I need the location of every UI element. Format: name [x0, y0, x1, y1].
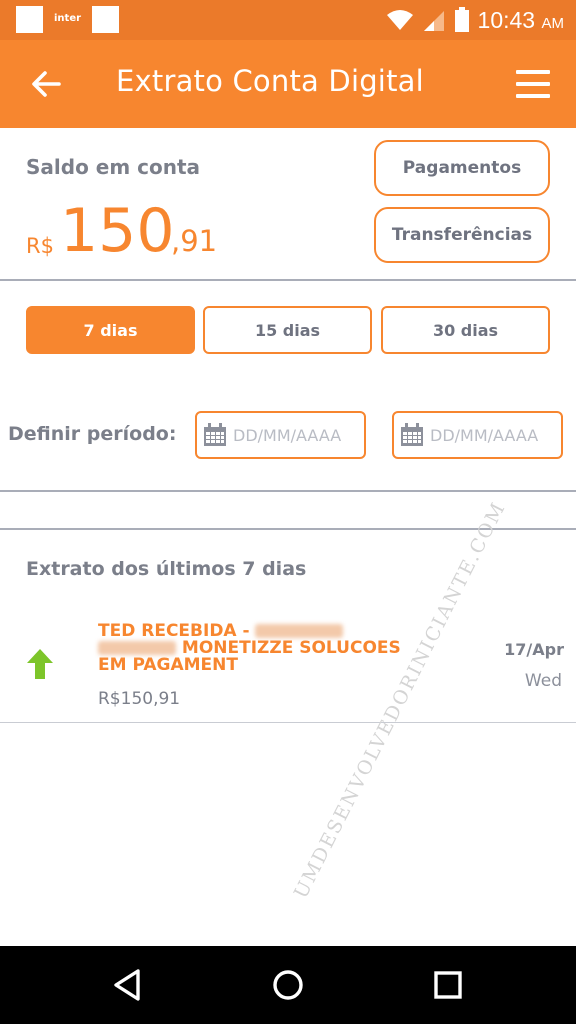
transaction-date: 17/Apr — [504, 640, 564, 659]
custom-period-label: Definir período: — [8, 423, 177, 445]
divider — [0, 490, 576, 492]
carrier-label: inter — [54, 13, 82, 24]
transaction-amount: R$150,91 — [98, 689, 181, 709]
transaction-row[interactable]: TED RECEBIDA - MONETIZZE SOLUCOES EM PAG… — [0, 610, 576, 723]
wifi-icon — [386, 10, 413, 30]
period-7-days-button[interactable]: 7 dias — [26, 306, 195, 354]
status-bar: inter 10:43 AM — [0, 0, 576, 40]
redacted-text — [98, 641, 176, 655]
transfers-button[interactable]: Transferências — [374, 207, 550, 263]
notification-icon — [92, 6, 119, 33]
redacted-text — [255, 624, 344, 638]
page-title: Extrato Conta Digital — [116, 64, 424, 98]
transaction-title: TED RECEBIDA - MONETIZZE SOLUCOES EM PAG… — [98, 621, 401, 675]
recent-apps-icon[interactable] — [428, 965, 468, 1005]
balance-currency: R$ — [26, 234, 54, 258]
calendar-icon — [204, 423, 226, 446]
clock: 10:43 AM — [477, 6, 564, 33]
navigation-bar — [0, 946, 576, 1024]
statement-title: Extrato dos últimos 7 dias — [26, 558, 307, 580]
balance-label: Saldo em conta — [26, 155, 201, 179]
divider — [0, 279, 576, 281]
balance-integer: 150 — [60, 196, 175, 266]
notification-icon — [16, 6, 43, 33]
menu-button[interactable] — [514, 66, 554, 102]
period-30-days-button[interactable]: 30 dias — [381, 306, 550, 354]
payments-button[interactable]: Pagamentos — [374, 140, 550, 196]
start-date-field[interactable]: DD/MM/AAAA — [195, 411, 366, 459]
signal-icon — [423, 11, 444, 31]
calendar-icon — [401, 423, 423, 446]
back-button[interactable] — [24, 62, 68, 106]
start-date-placeholder: DD/MM/AAAA — [233, 425, 342, 445]
battery-icon — [454, 7, 469, 32]
back-triangle-icon[interactable] — [108, 965, 148, 1005]
period-15-days-button[interactable]: 15 dias — [203, 306, 372, 354]
balance-decimal: ,91 — [171, 224, 218, 258]
hamburger-menu-icon — [516, 70, 550, 74]
end-date-placeholder: DD/MM/AAAA — [430, 425, 539, 445]
transaction-weekday: Wed — [524, 671, 562, 691]
app-bar: Extrato Conta Digital — [0, 40, 576, 128]
home-circle-icon[interactable] — [268, 965, 308, 1005]
arrow-left-icon — [32, 71, 61, 97]
arrow-up-icon — [27, 649, 53, 679]
end-date-field[interactable]: DD/MM/AAAA — [392, 411, 563, 459]
divider — [0, 722, 576, 723]
